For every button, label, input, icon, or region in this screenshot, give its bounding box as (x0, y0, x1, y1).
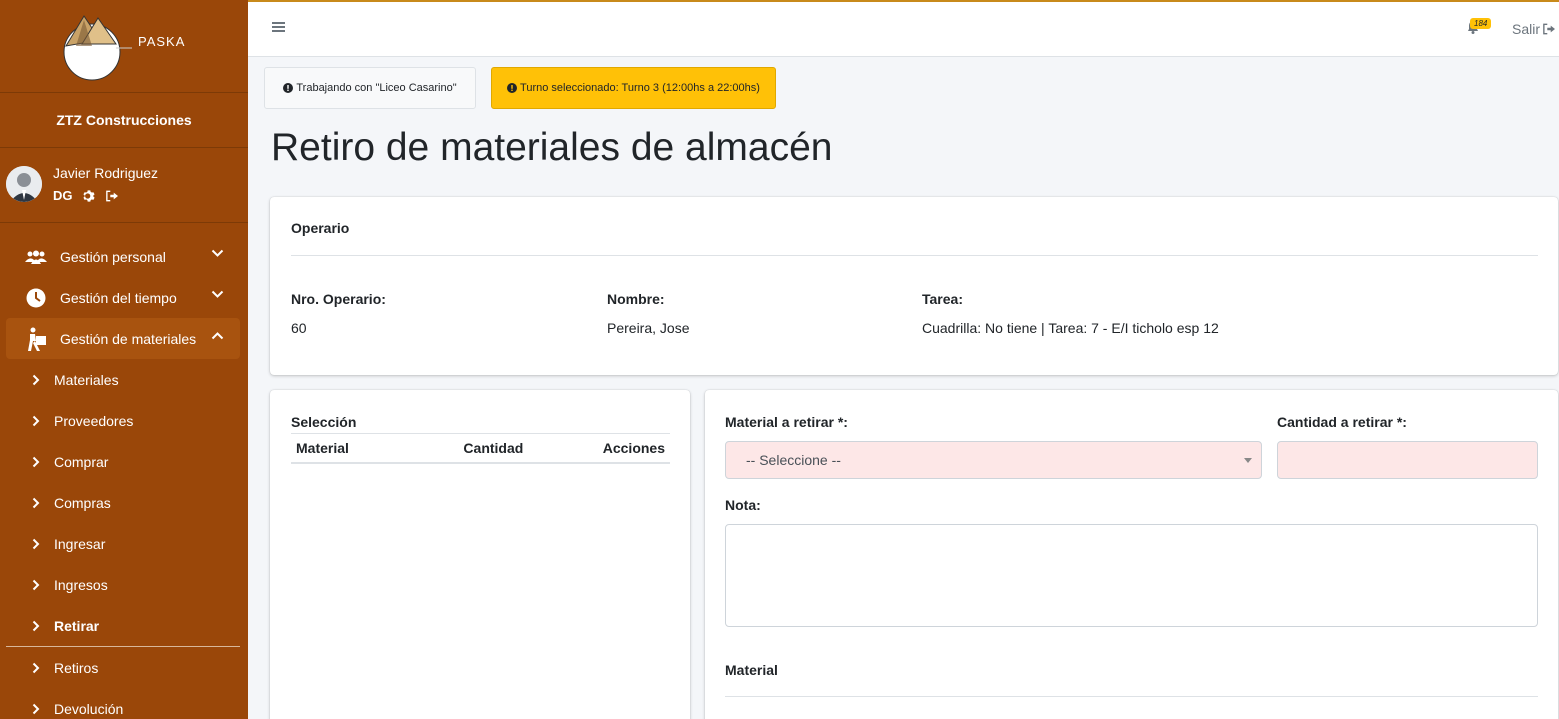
sidebar-subitem-label: Materiales (54, 371, 119, 388)
alert-text: Trabajando con "Liceo Casarino" (296, 82, 457, 94)
sidebar-item-gestion-tiempo[interactable]: Gestión del tiempo (6, 277, 240, 318)
material-select[interactable]: -- Seleccione -- (725, 441, 1262, 479)
clock-icon (24, 288, 48, 308)
dropdown-caret-icon (1244, 458, 1252, 463)
chevron-right-icon (32, 703, 42, 715)
user-avatar-icon (6, 166, 42, 202)
sidebar-subitem-label: Proveedores (54, 412, 134, 429)
sidebar: PASKA ZTZ Construcciones Javier Rodrigue… (0, 0, 248, 719)
alert-text: Turno seleccionado: Turno 3 (12:00hs a 2… (520, 82, 760, 94)
user-meta: DG (53, 188, 119, 203)
sidebar-subitem-label: Retirar (54, 617, 100, 634)
card-divider (291, 255, 1538, 256)
column-header-material: Material (291, 433, 397, 464)
sidebar-subitem-ingresos[interactable]: Ingresos (0, 564, 248, 605)
avatar[interactable] (6, 166, 42, 202)
person-carry-box-icon (24, 327, 48, 351)
seleccion-card: Selección Material Cantidad Acciones (270, 390, 690, 719)
cantidad-label: Cantidad a retirar *: (1277, 414, 1407, 430)
nro-operario-value: 60 (291, 320, 307, 336)
logout-label: Salir (1512, 21, 1541, 37)
seleccion-title: Selección (291, 414, 357, 430)
nombre-label: Nombre: (607, 291, 665, 307)
chevron-down-icon (211, 249, 224, 257)
nombre-value: Pereira, Jose (607, 320, 690, 336)
table-header-row: Material Cantidad Acciones (291, 433, 670, 464)
sidebar-item-label: Gestión de materiales (60, 330, 197, 347)
sidebar-subitem-retirar[interactable]: Retirar (0, 605, 248, 646)
sidebar-subitem-devolucion[interactable]: Devolución (0, 688, 248, 719)
sidebar-subitem-label: Comprar (54, 453, 109, 470)
company-name: ZTZ Construcciones (0, 93, 248, 148)
tarea-value: Cuadrilla: No tiene | Tarea: 7 - E/I tic… (922, 320, 1219, 336)
logout-link[interactable]: Salir (1512, 21, 1556, 37)
page-title: Retiro de materiales de almacén (271, 126, 833, 169)
brand-logo-icon (63, 15, 132, 81)
seleccion-table: Material Cantidad Acciones (291, 433, 670, 464)
sidebar-subitem-ingresar[interactable]: Ingresar (0, 523, 248, 564)
sidebar-item-label: Gestión personal (60, 248, 166, 265)
user-name[interactable]: Javier Rodriguez (53, 165, 158, 181)
chevron-right-icon (32, 579, 42, 591)
sidebar-subitem-proveedores[interactable]: Proveedores (0, 400, 248, 441)
sidebar-item-label: Gestión del tiempo (60, 289, 177, 306)
chevron-right-icon (32, 497, 42, 509)
sidebar-item-gestion-personal[interactable]: Gestión personal (6, 236, 240, 277)
material-select-value: -- Seleccione -- (746, 452, 841, 468)
brand-name: PASKA (138, 34, 186, 49)
sign-out-icon[interactable] (105, 190, 119, 202)
sidebar-subitem-label: Ingresos (54, 576, 108, 593)
chevron-right-icon (32, 374, 42, 386)
top-navbar: 184 Salir (248, 0, 1559, 57)
sidebar-subitem-comprar[interactable]: Comprar (0, 441, 248, 482)
brand-link[interactable]: PASKA (0, 0, 248, 93)
column-header-cantidad: Cantidad (396, 433, 549, 464)
chevron-right-icon (32, 538, 42, 550)
retiro-form-card: Material a retirar *: -- Seleccione -- C… (705, 390, 1558, 719)
tarea-label: Tarea: (922, 291, 963, 307)
card-title: Operario (291, 220, 350, 236)
chevron-right-icon (32, 415, 42, 427)
material-section-title: Material (725, 662, 778, 678)
chevron-right-icon (32, 620, 42, 632)
sidebar-subitem-retiros[interactable]: Retiros (0, 647, 248, 688)
user-initials: DG (53, 188, 73, 203)
sidebar-nav: Gestión personal Gestión del tiempo Gest… (0, 223, 248, 719)
operario-card: Operario Nro. Operario: 60 Nombre: Perei… (270, 197, 1558, 375)
users-icon (24, 247, 48, 267)
sidebar-subitem-materiales[interactable]: Materiales (0, 359, 248, 400)
sidebar-subitem-label: Compras (54, 494, 111, 511)
nro-operario-label: Nro. Operario: (291, 291, 386, 307)
sidebar-item-gestion-materiales[interactable]: Gestión de materiales (6, 318, 240, 359)
hamburger-menu-icon[interactable] (272, 21, 285, 33)
exclamation-circle-icon (283, 83, 294, 93)
gear-icon[interactable] (82, 189, 96, 203)
exclamation-circle-icon (507, 83, 518, 93)
chevron-right-icon (32, 456, 42, 468)
notification-badge: 184 (1470, 18, 1492, 29)
chevron-up-icon (211, 332, 224, 340)
user-panel: Javier Rodriguez DG (0, 148, 248, 223)
sidebar-subitem-compras[interactable]: Compras (0, 482, 248, 523)
nota-label: Nota: (725, 497, 761, 513)
column-header-acciones: Acciones (548, 433, 670, 464)
sidebar-subitem-label: Retiros (54, 659, 99, 676)
sidebar-subitem-label: Ingresar (54, 535, 106, 552)
cantidad-input[interactable] (1277, 441, 1538, 479)
shift-alert: Turno seleccionado: Turno 3 (12:00hs a 2… (491, 67, 776, 109)
nota-textarea[interactable] (725, 524, 1538, 627)
working-with-alert: Trabajando con "Liceo Casarino" (264, 67, 476, 109)
sign-out-icon (1543, 23, 1556, 35)
material-label: Material a retirar *: (725, 414, 848, 430)
section-divider (725, 696, 1538, 697)
chevron-down-icon (211, 290, 224, 298)
sidebar-subitem-label: Devolución (54, 700, 124, 717)
chevron-right-icon (32, 662, 42, 674)
